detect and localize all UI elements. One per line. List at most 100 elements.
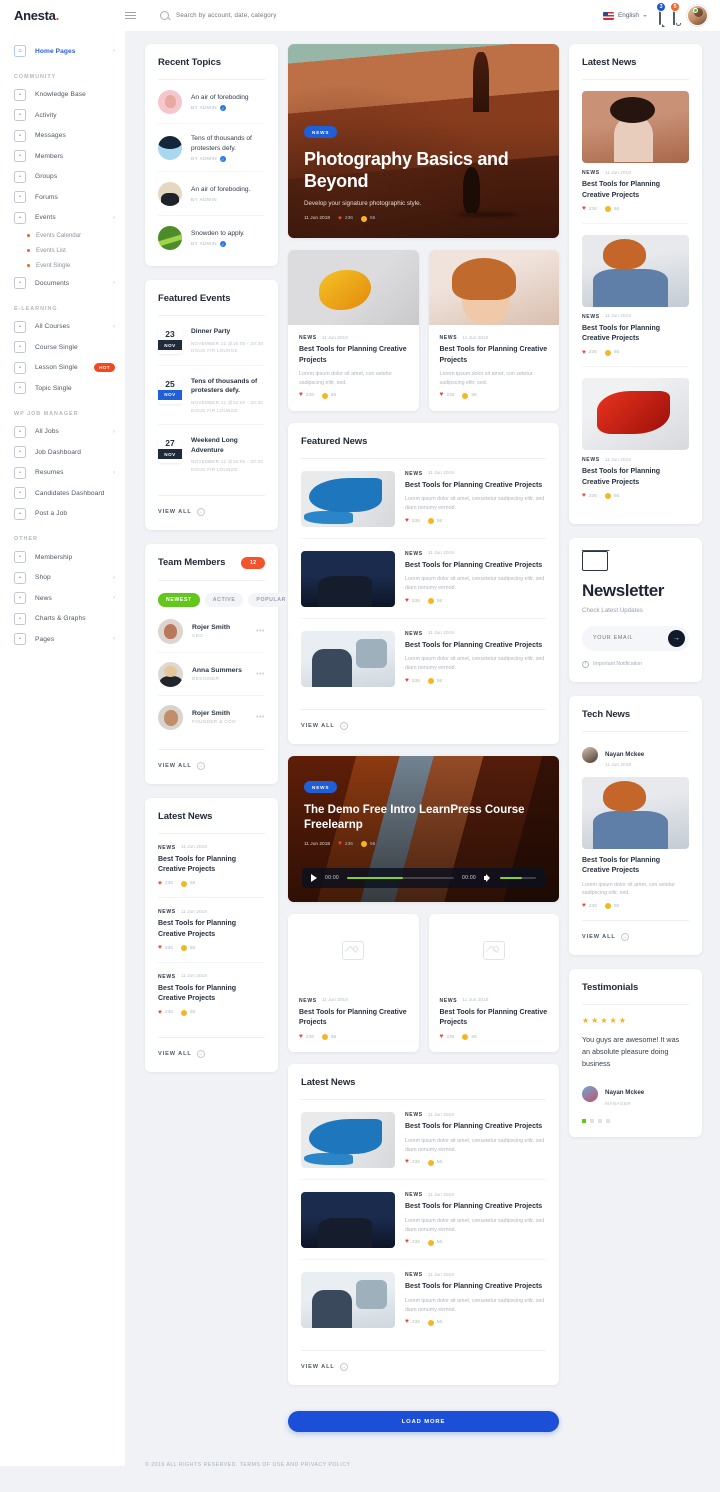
carousel-dot[interactable] <box>590 1119 594 1123</box>
search-input[interactable] <box>176 12 426 19</box>
news-card-body: NEWS11 Jun 2018Best Tools for Planning C… <box>429 988 560 1053</box>
carousel-dot[interactable] <box>598 1119 602 1123</box>
news-card[interactable]: NEWS11 Jun 2018Best Tools for Planning C… <box>288 250 419 411</box>
sidebar-item-all-jobs[interactable]: •All Jobs› <box>0 422 125 443</box>
play-icon[interactable] <box>311 874 317 882</box>
news-row[interactable]: NEWS11 Jun 2018Best Tools for Planning C… <box>301 1180 546 1260</box>
more-options-icon[interactable]: ••• <box>256 714 265 721</box>
event-row[interactable]: 23NOVDinner PartyNOVEMBER 12 @16:00 - 20… <box>158 316 265 366</box>
notifications-button[interactable]: 5 <box>673 7 675 25</box>
sidebar-item-forums[interactable]: •Forums <box>0 187 125 208</box>
hero-category-pill[interactable]: NEWS <box>304 126 337 138</box>
team-members-view-all-button[interactable]: VIEW ALL → <box>158 750 265 770</box>
sidebar-item-all-courses[interactable]: •All Courses› <box>0 317 125 338</box>
likes-count: 236 <box>446 1035 454 1040</box>
sidebar-item-groups[interactable]: •Groups <box>0 167 125 188</box>
topic-row[interactable]: An air of forebodingBY ADMIN✓ <box>158 80 265 124</box>
news-row[interactable]: NEWS11 Jun 2018Best Tools for Planning C… <box>301 1100 546 1180</box>
sidebar-subitem-event-single[interactable]: Event Single <box>0 258 125 273</box>
carousel-dot[interactable] <box>582 1119 586 1123</box>
tab-active[interactable]: ACTIVE <box>205 593 244 607</box>
video-card[interactable]: NEWS The Demo Free Intro LearnPress Cour… <box>288 756 559 902</box>
carousel-dot[interactable] <box>606 1119 610 1123</box>
volume-slider[interactable] <box>500 877 536 880</box>
news-row[interactable]: NEWS11 Jun 2018Best Tools for Planning C… <box>301 619 546 698</box>
left-news-view-all-button[interactable]: VIEW ALL → <box>158 1038 265 1058</box>
sidebar-item-topic-single[interactable]: •Topic Single <box>0 378 125 399</box>
topic-author: BY ADMIN <box>191 198 217 203</box>
sidebar-item-resumes[interactable]: •Resumes› <box>0 463 125 484</box>
sidebar-item-job-dashboard[interactable]: •Job Dashboard <box>0 442 125 463</box>
sidebar-item-knowledge-base[interactable]: •Knowledge Base <box>0 85 125 106</box>
tab-newest[interactable]: NEWEST <box>158 593 200 607</box>
sidebar-subitem-events-list[interactable]: Events List <box>0 243 125 258</box>
sidebar-item-members[interactable]: •Members <box>0 146 125 167</box>
news-item[interactable]: NEWS11 Jun 2018Best Tools for Planning C… <box>582 80 689 224</box>
news-item[interactable]: NEWS11 Jun 2018Best Tools for Planning C… <box>158 898 265 963</box>
member-row[interactable]: Rojer SmithCEO••• <box>158 610 265 653</box>
video-category-pill[interactable]: NEWS <box>304 781 337 793</box>
news-item[interactable]: NEWS11 Jun 2018Best Tools for Planning C… <box>582 224 689 368</box>
topic-row[interactable]: An air of foreboding.BY ADMIN <box>158 172 265 216</box>
news-card[interactable]: NEWS11 Jun 2018Best Tools for Planning C… <box>429 914 560 1053</box>
events-view-all-button[interactable]: VIEW ALL → <box>158 496 265 516</box>
news-card-body: NEWS11 Jun 2018Best Tools for Planning C… <box>429 325 560 411</box>
likes-count: 236 <box>165 946 173 951</box>
member-row[interactable]: Rojer SmithFOUNDER & COO••• <box>158 696 265 738</box>
news-date: 11 Jun 2018 <box>322 336 348 341</box>
news-row[interactable]: NEWS11 Jun 2018Best Tools for Planning C… <box>301 459 546 539</box>
messages-button[interactable]: 3 <box>659 7 661 25</box>
member-row[interactable]: Anna SummersDESIGNER••• <box>158 653 265 696</box>
search-icon <box>160 11 169 20</box>
sidebar-subitem-events-calendar[interactable]: Events Calendar <box>0 228 125 243</box>
news-title: Best Tools for Planning Creative Project… <box>405 1122 546 1133</box>
sidebar-item-post-a-job[interactable]: •Post a Job <box>0 504 125 525</box>
news-card[interactable]: NEWS11 Jun 2018Best Tools for Planning C… <box>288 914 419 1053</box>
news-item[interactable]: NEWS11 Jun 2018Best Tools for Planning C… <box>582 367 689 510</box>
topic-title: An air of foreboding <box>191 93 265 103</box>
tech-news-view-all-button[interactable]: VIEW ALL → <box>582 921 689 941</box>
featured-news-view-all-button[interactable]: VIEW ALL → <box>301 710 546 730</box>
sidebar-item-messages[interactable]: •Messages <box>0 126 125 147</box>
sidebar-item-course-single[interactable]: •Course Single <box>0 337 125 358</box>
sidebar-item-events[interactable]: •Events› <box>0 208 125 229</box>
event-row[interactable]: 27NOVWeekend Long AdventureNOVEMBER 12 @… <box>158 425 265 483</box>
news-row[interactable]: NEWS11 Jun 2018Best Tools for Planning C… <box>301 539 546 619</box>
language-selector[interactable]: English <box>603 12 647 20</box>
news-card[interactable]: NEWS11 Jun 2018Best Tools for Planning C… <box>429 250 560 411</box>
more-options-icon[interactable]: ••• <box>256 671 265 678</box>
topic-row[interactable]: Snowden to apply.BY ADMIN✓ <box>158 216 265 252</box>
sidebar-item-lesson-single[interactable]: •Lesson SingleHOT <box>0 358 125 379</box>
newsletter-submit-button[interactable]: → <box>668 630 685 647</box>
volume-icon[interactable] <box>484 874 492 882</box>
load-more-button[interactable]: LOAD MORE <box>288 1411 559 1432</box>
sidebar-item-news[interactable]: •News› <box>0 588 125 609</box>
sidebar-item-membership[interactable]: •Membership <box>0 547 125 568</box>
topic-row[interactable]: Tens of thousands of protesters defy.BY … <box>158 124 265 172</box>
coins-count: 56 <box>370 216 375 221</box>
news-image <box>301 631 395 687</box>
news-item[interactable]: NEWS11 Jun 2018Best Tools for Planning C… <box>158 834 265 899</box>
brand-logo[interactable]: Anesta. <box>0 8 125 23</box>
sidebar-item-documents[interactable]: •Documents› <box>0 273 125 294</box>
sidebar-item-shop[interactable]: •Shop› <box>0 568 125 589</box>
sidebar-item-pages[interactable]: •Pages› <box>0 629 125 650</box>
news-row[interactable]: NEWS11 Jun 2018Best Tools for Planning C… <box>301 1260 546 1339</box>
tech-news-headline[interactable]: Best Tools for Planning Creative Project… <box>582 856 689 877</box>
sidebar-item-activity[interactable]: •Activity <box>0 105 125 126</box>
newsletter-email-input[interactable] <box>593 635 668 641</box>
hero-likes: ♥236 <box>338 216 353 223</box>
menu-toggle-icon[interactable] <box>125 12 138 19</box>
search-bar[interactable] <box>138 11 603 20</box>
news-tag: NEWS <box>440 335 458 341</box>
event-row[interactable]: 25NOVTens of thousands of protesters def… <box>158 366 265 425</box>
sidebar-item-charts-graphs[interactable]: •Charts & Graphs <box>0 609 125 630</box>
video-progress-slider[interactable] <box>347 877 454 880</box>
testimonial-quote: You guys are awesome! It was an absolute… <box>582 1034 689 1070</box>
sidebar-item-home-pages[interactable]: ⌂ Home Pages › <box>0 41 125 62</box>
news-item[interactable]: NEWS11 Jun 2018Best Tools for Planning C… <box>158 963 265 1027</box>
bottom-news-view-all-button[interactable]: VIEW ALL → <box>301 1351 546 1371</box>
more-options-icon[interactable]: ••• <box>256 628 265 635</box>
hero-card[interactable]: NEWS Photography Basics and Beyond Devel… <box>288 44 559 238</box>
sidebar-item-candidates-dashboard[interactable]: •Candidates Dashboard <box>0 483 125 504</box>
